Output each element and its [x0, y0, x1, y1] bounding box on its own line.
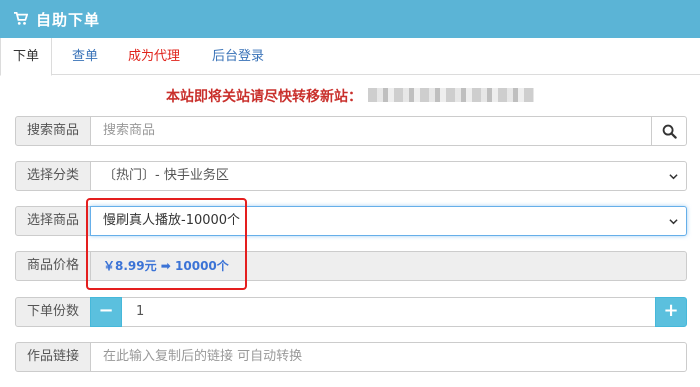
page-header: 自助下单 [0, 0, 700, 38]
price-value: ￥8.99元 ➡ 10000个 [103, 259, 229, 273]
search-input[interactable]: 搜索商品 [90, 116, 652, 146]
category-value: 〔热门〕- 快手业务区 [103, 168, 229, 183]
tab-query-order[interactable]: 查单 [72, 38, 98, 75]
search-row: 搜索商品 搜索商品 [15, 116, 687, 146]
price-label: 商品价格 [15, 251, 91, 281]
site-notice: 本站即将关站请尽快转移新站： [166, 89, 362, 105]
tab-admin-login[interactable]: 后台登录 [212, 38, 264, 75]
category-select[interactable]: 〔热门〕- 快手业务区 [90, 161, 687, 191]
link-row: 作品链接 在此输入复制后的链接 可自动转换 [15, 342, 687, 372]
price-display: ￥8.99元 ➡ 10000个 [90, 251, 687, 281]
product-label: 选择商品 [15, 206, 91, 236]
quantity-label: 下单份数 [15, 297, 91, 327]
quantity-input[interactable]: 1 [122, 297, 655, 327]
product-row: 选择商品 慢刷真人播放-10000个 [15, 206, 687, 236]
redacted-url [368, 88, 534, 102]
search-placeholder: 搜索商品 [103, 123, 156, 138]
cart-icon [14, 12, 28, 25]
increment-button[interactable]: + [655, 297, 687, 327]
quantity-row: 下单份数 − 1 + [15, 297, 687, 327]
product-select[interactable]: 慢刷真人播放-10000个 [90, 206, 687, 236]
chevron-down-icon [669, 219, 678, 225]
product-value: 慢刷真人播放-10000个 [103, 213, 241, 228]
decrement-button[interactable]: − [90, 297, 122, 327]
category-row: 选择分类 〔热门〕- 快手业务区 [15, 161, 687, 191]
link-label: 作品链接 [15, 342, 91, 372]
tab-bar: 下单 查单 成为代理 后台登录 [0, 38, 700, 76]
link-input[interactable]: 在此输入复制后的链接 可自动转换 [90, 342, 687, 372]
search-icon [662, 124, 677, 139]
category-label: 选择分类 [15, 161, 91, 191]
chevron-down-icon [669, 174, 678, 180]
price-row: 商品价格 ￥8.99元 ➡ 10000个 [15, 251, 687, 281]
search-button[interactable] [651, 116, 687, 146]
page-title: 自助下单 [36, 11, 101, 29]
tab-order[interactable]: 下单 [0, 38, 52, 76]
link-placeholder: 在此输入复制后的链接 可自动转换 [103, 349, 303, 364]
tab-become-agent[interactable]: 成为代理 [128, 38, 180, 75]
search-label: 搜索商品 [15, 116, 91, 146]
